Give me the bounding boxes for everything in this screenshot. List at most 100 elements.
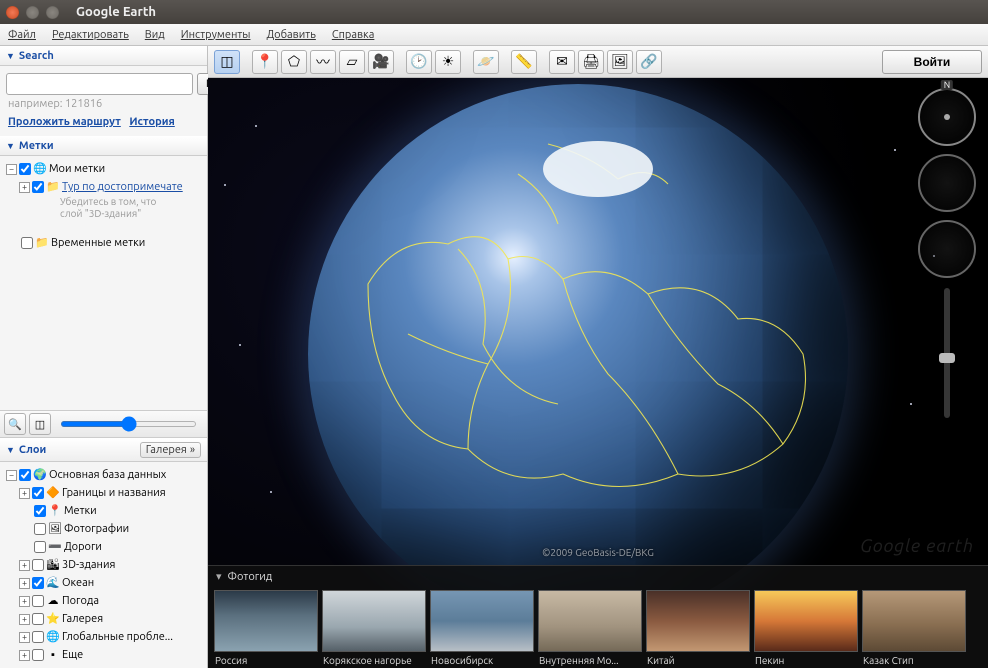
photo-tile[interactable]: Казак Стип (862, 590, 966, 666)
photo-tile[interactable]: Корякское нагорье (322, 590, 426, 666)
photo-tile[interactable]: Пекин (754, 590, 858, 666)
panel-toggle-button[interactable]: ◫ (29, 413, 51, 435)
sun-button[interactable]: ☀ (435, 50, 461, 74)
photo-tile[interactable]: Внутренняя Мо... (538, 590, 642, 666)
zoom-slider[interactable] (944, 288, 950, 418)
menu-file[interactable]: Файл (0, 29, 44, 41)
sidebar-toggle-button[interactable]: ◫ (214, 50, 240, 74)
tree-row-temp[interactable]: 📁 Временные метки (6, 234, 201, 252)
layer-row[interactable]: +⭐Галерея (6, 610, 201, 628)
checkbox[interactable] (34, 541, 46, 553)
expand-icon[interactable]: − (6, 164, 17, 175)
expand-icon[interactable]: + (19, 596, 30, 607)
globe-viewport[interactable]: N ©2009 GeoBasis-DE/BKG Google earth ▾ Ф… (208, 78, 988, 668)
checkbox[interactable] (34, 523, 46, 535)
tour-record-button[interactable]: 🎥 (368, 50, 394, 74)
layer-label: Океан (62, 575, 94, 591)
tree-label: Мои метки (49, 161, 105, 177)
layer-row[interactable]: 🖼Фотографии (6, 520, 201, 538)
layer-row[interactable]: 📍Метки (6, 502, 201, 520)
photo-tile[interactable]: Россия (214, 590, 318, 666)
window-close-button[interactable] (6, 6, 19, 19)
photo-caption: Корякское нагорье (322, 652, 426, 666)
layer-row[interactable]: ➖Дороги (6, 538, 201, 556)
polygon-button[interactable]: ⬠ (281, 50, 307, 74)
menu-view[interactable]: Вид (137, 29, 173, 41)
overlay-button[interactable]: ▱ (339, 50, 365, 74)
expand-icon[interactable]: + (19, 578, 30, 589)
tree-row-myplaces[interactable]: − 🌐 Мои метки (6, 160, 201, 178)
layer-row[interactable]: +▪Еще (6, 646, 201, 664)
gallery-label: Галерея (146, 444, 187, 456)
layer-row[interactable]: +🌊Океан (6, 574, 201, 592)
window-maximize-button[interactable] (46, 6, 59, 19)
layer-icon: ➖ (48, 540, 62, 554)
menu-tools[interactable]: Инструменты (173, 29, 259, 41)
layer-icon: ▪ (46, 648, 60, 662)
opacity-slider[interactable] (60, 421, 197, 427)
link-route[interactable]: Проложить маршрут (8, 116, 121, 128)
compass-control[interactable]: N (918, 88, 976, 146)
expand-icon[interactable]: − (6, 470, 17, 481)
gallery-button[interactable]: Галерея » (140, 442, 201, 458)
time-button[interactable]: 🕑 (406, 50, 432, 74)
ruler-button[interactable]: 📏 (511, 50, 537, 74)
menu-edit[interactable]: Редактировать (44, 29, 137, 41)
expand-icon[interactable]: + (19, 560, 30, 571)
layer-row[interactable]: +🏙3D-здания (6, 556, 201, 574)
checkbox[interactable] (32, 559, 44, 571)
layers-panel-title: Слои (19, 444, 46, 456)
checkbox[interactable] (32, 577, 44, 589)
link-history[interactable]: История (129, 116, 174, 128)
expand-icon[interactable]: + (19, 614, 30, 625)
menu-help[interactable]: Справка (324, 29, 383, 41)
checkbox[interactable] (32, 181, 44, 193)
expand-icon[interactable]: + (19, 488, 30, 499)
chevron-down-icon[interactable]: ▾ (216, 570, 222, 583)
layer-label: Фотографии (64, 521, 129, 537)
collapse-icon: ▼ (6, 445, 15, 455)
search-input[interactable] (6, 73, 193, 95)
search-panel-header[interactable]: ▼ Search (0, 46, 207, 66)
path-button[interactable]: 〰 (310, 50, 336, 74)
places-panel-header[interactable]: ▼ Метки (0, 136, 207, 156)
expand-icon[interactable]: + (19, 650, 30, 661)
window-minimize-button[interactable] (26, 6, 39, 19)
layer-row[interactable]: +🌐Глобальные пробле... (6, 628, 201, 646)
login-button[interactable]: Войти (882, 50, 982, 74)
layer-icon: 🏙 (46, 558, 60, 572)
tree-row-tour[interactable]: + 📁 Тур по достопримечате (6, 178, 201, 196)
photo-caption: Пекин (754, 652, 858, 666)
look-control[interactable] (918, 154, 976, 212)
checkbox[interactable] (19, 469, 31, 481)
photo-thumbnail (646, 590, 750, 652)
layer-row[interactable]: +☁Погода (6, 592, 201, 610)
move-control[interactable] (918, 220, 976, 278)
photo-tile[interactable]: Новосибирск (430, 590, 534, 666)
checkbox[interactable] (32, 487, 44, 499)
layer-row[interactable]: +🔶Границы и названия (6, 484, 201, 502)
tree-row-root[interactable]: − 🌍 Основная база данных (6, 466, 201, 484)
database-icon: 🌍 (33, 468, 47, 482)
print-button[interactable]: 🖨 (578, 50, 604, 74)
find-button[interactable]: 🔍 (4, 413, 26, 435)
checkbox[interactable] (32, 595, 44, 607)
checkbox[interactable] (21, 237, 33, 249)
checkbox[interactable] (32, 631, 44, 643)
expand-icon[interactable]: + (19, 182, 30, 193)
layers-panel-header[interactable]: ▼ Слои Галерея » (0, 438, 207, 462)
maps-link-button[interactable]: 🔗 (636, 50, 662, 74)
placemark-button[interactable]: 📍 (252, 50, 278, 74)
save-image-button[interactable]: 🖼 (607, 50, 633, 74)
expand-icon[interactable]: + (19, 632, 30, 643)
checkbox[interactable] (32, 613, 44, 625)
earth-globe[interactable] (308, 84, 848, 624)
planet-button[interactable]: 🪐 (473, 50, 499, 74)
checkbox[interactable] (32, 649, 44, 661)
email-button[interactable]: ✉ (549, 50, 575, 74)
checkbox[interactable] (19, 163, 31, 175)
compass-north-label: N (941, 80, 953, 90)
photo-tile[interactable]: Китай (646, 590, 750, 666)
menu-add[interactable]: Добавить (258, 29, 323, 41)
checkbox[interactable] (34, 505, 46, 517)
